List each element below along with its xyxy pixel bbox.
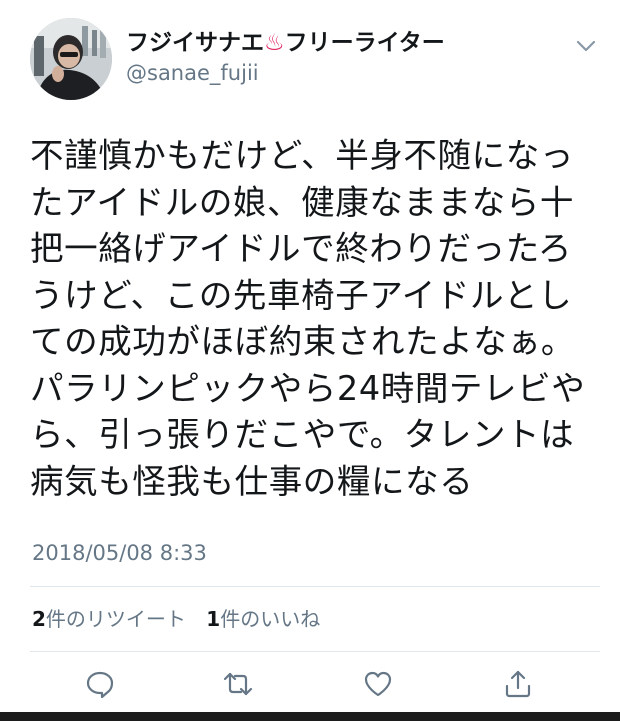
display-name-suffix: フリーライター	[284, 30, 445, 56]
tweet-header: フジイサナエ♨フリーライター @sanae_fujii	[30, 18, 600, 104]
reply-button[interactable]	[80, 666, 120, 706]
like-button[interactable]	[358, 666, 398, 706]
retweet-button[interactable]	[218, 666, 258, 706]
like-count: 1	[206, 607, 221, 631]
avatar[interactable]	[30, 18, 112, 100]
display-name[interactable]: フジイサナエ♨フリーライター	[126, 27, 445, 59]
display-name-text: フジイサナエ	[126, 30, 264, 56]
retweet-stat[interactable]: 2件のリツイート	[32, 607, 186, 631]
tweet-card: フジイサナエ♨フリーライター @sanae_fujii 不謹慎かもだけど、半身不…	[0, 0, 620, 712]
chevron-down-icon[interactable]	[575, 38, 597, 54]
tweet-actions	[0, 666, 620, 706]
heart-icon	[363, 669, 393, 703]
user-names: フジイサナエ♨フリーライター @sanae_fujii	[126, 27, 445, 87]
divider	[30, 651, 600, 652]
share-icon	[503, 669, 533, 703]
tweet-text: 不謹慎かもだけど、半身不随になっ たアイドルの娘、健康なままなら十 把一絡げアイ…	[30, 136, 586, 501]
tweet-timestamp[interactable]: 2018/05/08 8:33	[32, 539, 207, 567]
reply-icon	[85, 669, 115, 703]
engagement-stats: 2件のリツイート 1件のいいね	[32, 605, 334, 633]
retweet-label: 件のリツイート	[45, 607, 186, 631]
bottom-bar	[0, 712, 620, 721]
like-label: 件のいいね	[220, 607, 321, 631]
retweet-icon	[222, 669, 254, 703]
hot-springs-emoji: ♨	[264, 30, 285, 56]
share-button[interactable]	[498, 666, 538, 706]
user-handle[interactable]: @sanae_fujii	[126, 59, 445, 87]
like-stat[interactable]: 1件のいいね	[206, 607, 320, 631]
divider	[30, 586, 600, 587]
retweet-count: 2	[32, 607, 46, 631]
